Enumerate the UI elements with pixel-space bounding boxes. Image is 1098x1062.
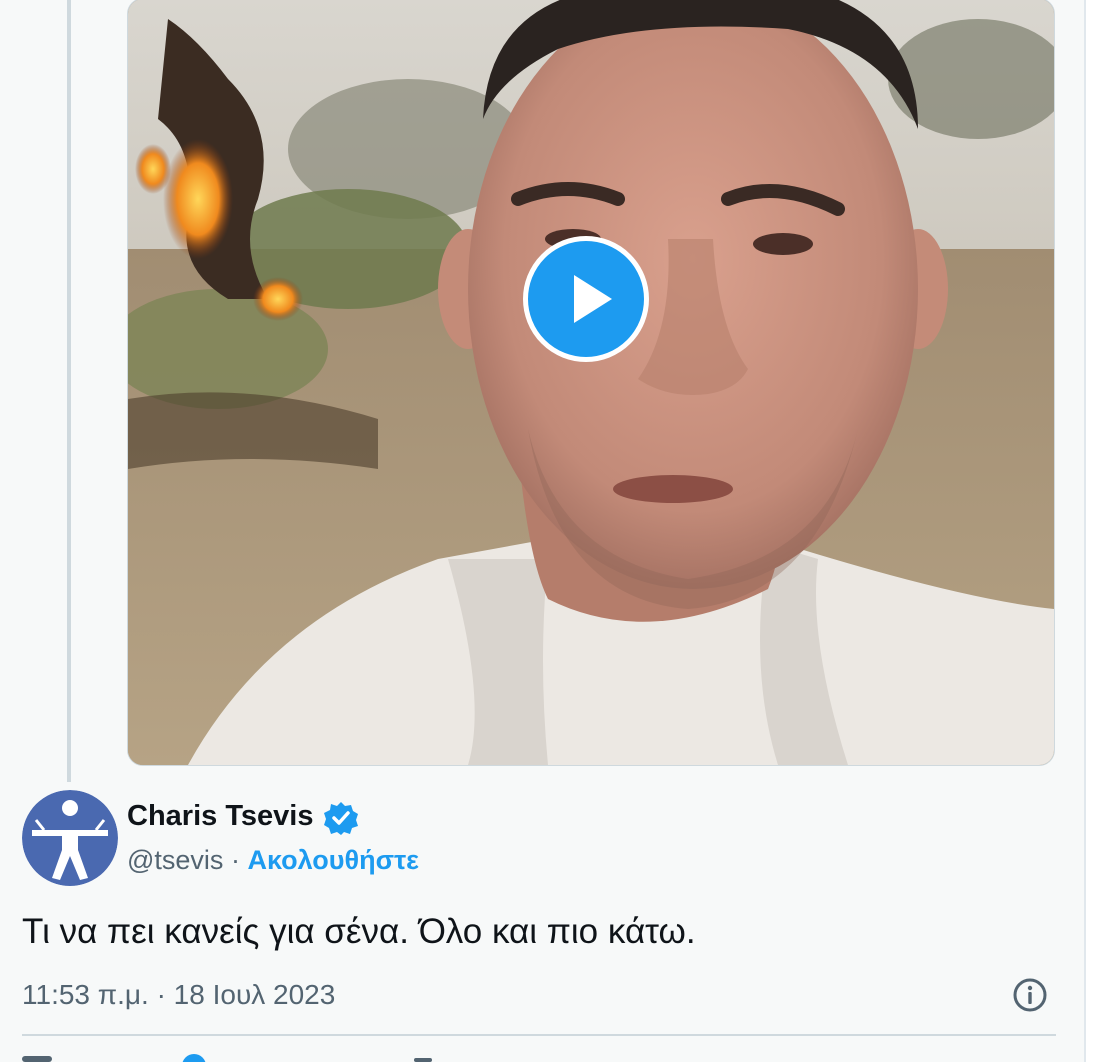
avatar[interactable] (22, 790, 118, 886)
follow-button[interactable]: Ακολουθήστε (247, 845, 418, 875)
author-handle[interactable]: @tsevis (127, 845, 223, 875)
vitruvian-figure-icon (22, 790, 118, 886)
handle-row: @tsevis · Ακολουθήστε (127, 845, 419, 876)
author-name[interactable]: Charis Tsevis (127, 800, 313, 833)
play-icon (574, 275, 612, 323)
verified-badge-icon (324, 802, 358, 835)
video-player[interactable] (127, 0, 1055, 766)
play-button[interactable] (523, 236, 649, 362)
tweet-date[interactable]: 18 Ιουλ 2023 (174, 979, 336, 1010)
handle-separator: · (230, 845, 240, 875)
action-bar-peek (22, 1054, 432, 1062)
tweet-timestamp: 11:53 π.μ. · 18 Ιουλ 2023 (22, 979, 335, 1011)
divider (22, 1034, 1056, 1036)
timestamp-separator: · (156, 979, 166, 1010)
page-right-border (1084, 0, 1098, 1062)
video-thumbnail (128, 0, 1054, 765)
tweet-text: Τι να πει κανείς για σένα. Όλο και πιο κ… (22, 912, 696, 951)
tweet-time[interactable]: 11:53 π.μ. (22, 979, 149, 1010)
info-icon[interactable] (1012, 977, 1048, 1013)
thread-connector-line (67, 0, 71, 782)
